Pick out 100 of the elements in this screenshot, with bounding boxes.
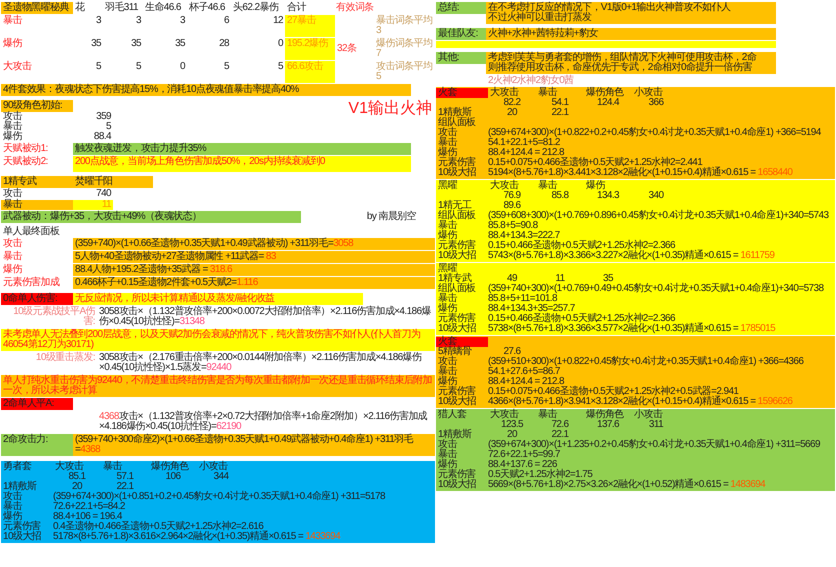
formula-text: 0.15+0.075+0.466圣遗物+0.5天赋2+1.25水神2=2.441	[488, 158, 702, 168]
credit-text: by 南晨别空	[366, 212, 416, 222]
formula-text: 5194×(8+5.76+1.8)×3.441×3.128×2融化×(1+0.15+0.4)精通×0.615 = 1658440	[488, 168, 794, 178]
column-header: 羽毛311	[104, 2, 139, 14]
table-cell-text: 54.1	[550, 98, 570, 108]
formula-text: 88.4+134.3+35=257.7	[488, 304, 576, 314]
formula-text: 88.4+137.6 = 226	[488, 460, 557, 470]
stat-value: 5	[105, 122, 112, 132]
total-label: 2命攻击力:	[1, 434, 73, 456]
weapon-name: 1精无工	[437, 201, 472, 211]
formula-bar: (359+740+300命座2)×(1+0.66圣遗物+0.35天赋1+0.49武器被动+0.4命座1) +311羽毛=4368	[73, 434, 435, 456]
table-cell-text: 124.4	[596, 98, 620, 108]
stat-label: 元素伤害	[437, 314, 477, 324]
weapon-name: 5精螭骨	[437, 347, 472, 357]
table-cell-text: 85.8	[550, 191, 570, 201]
stat-label: 暴击	[2, 15, 24, 28]
calc-label: 10级元素战技平A伤害:	[12, 306, 96, 328]
table-cell-text: 5	[95, 61, 102, 74]
weapon-name: 1精敷斯	[437, 108, 472, 118]
table-cell-text: 123.5	[500, 420, 524, 430]
table-cell-text: 35	[174, 38, 186, 51]
table-cell-text: 344	[212, 472, 230, 482]
set-label: 火套	[436, 337, 488, 347]
stat-label: 组队面板	[437, 211, 477, 221]
table-cell-text: 20	[72, 482, 82, 492]
table-cell-text: 5	[223, 61, 230, 74]
table-cell-text: 11	[555, 274, 565, 284]
table-cell-text: 0	[277, 38, 284, 51]
stat-label: 爆伤	[2, 264, 24, 276]
table-cell-text: 72.6	[550, 420, 570, 430]
summary-text: 在不考虑打反应的情况下，V1版0+1输出火神普攻不如仆人	[488, 3, 732, 13]
column-header: 小攻击	[633, 88, 664, 98]
talent-label: 天赋被动1:	[2, 143, 49, 155]
stat-label: 攻击	[2, 189, 24, 199]
table-cell-text: 3	[179, 15, 186, 28]
section-title: 90级角色初始:	[1, 100, 73, 112]
column-header: 杯子46.6	[188, 2, 226, 14]
formula-text: 54.1+27.6+5=86.7	[488, 367, 560, 377]
table-cell-text: 27.6	[503, 347, 521, 357]
stat-label: 元素伤害	[437, 241, 477, 251]
stat-label: 暴击	[2, 502, 24, 512]
average-cell-text: 暴击词条平均3	[375, 15, 434, 37]
table-cell-text: 28	[218, 38, 230, 51]
talent-label: 天赋被动2:	[2, 156, 49, 169]
formula-bar: 5人物+40圣遗物被动+27圣遗物属性 +11武器= 83	[73, 251, 435, 263]
formula-text: 0.15+0.466圣遗物+0.5天赋2+1.25水神2=2.366	[488, 314, 676, 324]
formula-text: 88.4+124.4 = 212.8	[488, 148, 564, 158]
heading-label: 0命单人伤害:	[1, 293, 73, 305]
column-header: 暴击	[102, 462, 124, 472]
formula-text: (359+674+300)×(1+0.822+0.2+0.45豹女+0.4讨龙+0.35天赋1+0.4命座1) +366=5194	[488, 128, 822, 138]
panel-label: 组队面板	[437, 118, 477, 128]
table-cell-text: 85.1	[67, 472, 87, 482]
table-cell-text: 137.6	[596, 420, 620, 430]
table-cell-text: 340	[648, 191, 665, 201]
table-cell-text: 49	[507, 274, 517, 284]
table-cell-text: 22.1	[116, 482, 134, 492]
alert-note: 单人打纯水重击伤害为92440，不清楚重击终结伤害是否为每次重击都附加一次还是重击循环结束后附加一次，所以未考虑计算	[1, 375, 435, 397]
table-cell-text: 3	[135, 15, 142, 28]
sheet-title: V1输出火神	[348, 100, 432, 118]
stat-value: 11	[73, 200, 113, 210]
formula-text: 0.4圣遗物+0.466圣遗物+0.5天赋2+1.25水神2=2.616	[53, 522, 264, 532]
formula-text: 0.5天赋2+1.25水神2=1.75	[488, 470, 592, 480]
stat-label: 10级大招	[437, 324, 478, 334]
stat-label: 攻击	[2, 238, 24, 250]
table-cell-text: 12	[272, 15, 284, 28]
formula-text: 85.8+5+11=101.8	[488, 294, 558, 304]
stat-label: 爆伤	[437, 460, 458, 470]
average-cell-text: 爆伤词条平均7	[375, 38, 434, 60]
column-header: 小攻击	[198, 462, 229, 472]
stat-label: 大攻击	[2, 61, 33, 74]
weapon-refine: 1精专武	[1, 176, 73, 188]
summary-label: 总结:	[436, 2, 486, 14]
formula-text: 5178×(8+5.76+1.8)×3.616×2.964×2融化×(1+0.35)精通×0.615 = 1433694	[53, 532, 342, 542]
stat-label: 暴击	[437, 367, 458, 377]
average-cell-text: 攻击词条平均5	[375, 61, 434, 83]
table-cell-text: 106	[164, 472, 182, 482]
column-header: 合计	[286, 2, 308, 14]
stat-label: 攻击	[437, 357, 458, 367]
table-cell-text: 20	[507, 430, 518, 440]
weapon-passive: 武器被动：爆伤+35，大攻击+49%（夜魂状态）	[1, 211, 301, 223]
table-cell-text: 0	[179, 61, 186, 74]
table-cell-text: 35	[90, 38, 102, 51]
table-cell-text: 35	[130, 38, 142, 51]
stat-label: 攻击	[437, 440, 458, 450]
calc-label: 10级重击蒸发:	[34, 352, 96, 365]
table-cell-text: 82.2	[502, 98, 522, 108]
formula-text: 88.4+134.3=222.7	[488, 231, 560, 241]
stat-label: 10级大招	[437, 397, 478, 407]
set-label: 猎人套	[437, 410, 468, 420]
formula-text: 72.6+22.1+5=84.2	[53, 502, 125, 512]
stat-label: 爆伤	[437, 304, 458, 314]
stat-label: 攻击	[2, 492, 24, 502]
talent-text: 200点战意，当前场上角色伤害加成50%，20s内持续衰减到0	[73, 156, 411, 172]
stat-value: 359	[95, 112, 112, 122]
total-cell: 27暴击	[285, 15, 335, 37]
formula-text: (359+608+300)×(1+0.769+0.896+0.45豹女+0.4讨龙+0.35天赋1+0.4命座1)+340=5743	[488, 211, 830, 221]
stat-label: 爆伤	[2, 38, 24, 51]
stat-label: 攻击	[2, 112, 24, 122]
stat-label: 爆伤	[437, 231, 458, 241]
stat-label: 暴击	[2, 122, 24, 132]
